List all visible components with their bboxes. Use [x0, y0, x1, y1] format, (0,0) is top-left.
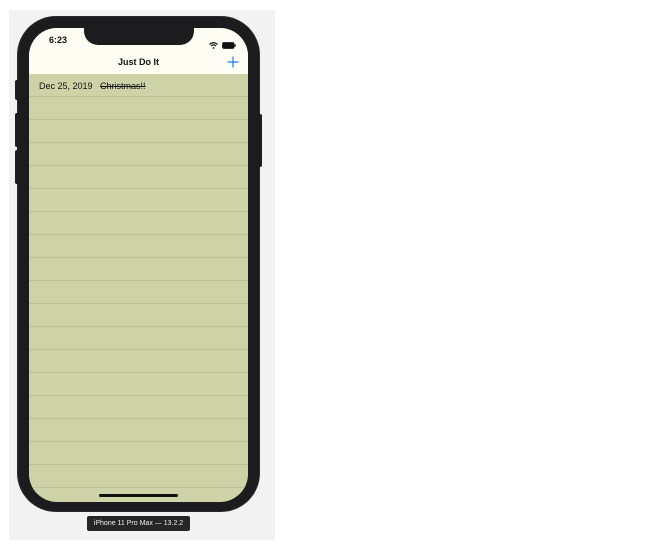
add-button[interactable]: [226, 55, 240, 69]
volume-down-button: [15, 150, 19, 184]
empty-row: [29, 120, 248, 143]
app-screen: 6:23 Just Do It Dec 25, 2019 Christmas!!: [29, 28, 248, 502]
empty-row: [29, 350, 248, 373]
empty-row: [29, 442, 248, 465]
todo-text: Christmas!!: [100, 81, 146, 91]
empty-row: [29, 258, 248, 281]
plus-icon: [227, 56, 239, 68]
mute-switch: [15, 80, 19, 100]
navigation-bar: Just Do It: [29, 52, 248, 74]
empty-row: [29, 166, 248, 189]
empty-row: [29, 373, 248, 396]
empty-row: [29, 281, 248, 304]
empty-row: [29, 97, 248, 120]
empty-row: [29, 396, 248, 419]
empty-row: [29, 189, 248, 212]
status-time: 6:23: [49, 35, 68, 45]
empty-row: [29, 327, 248, 350]
notch: [84, 28, 194, 45]
nav-title: Just Do It: [117, 57, 159, 67]
empty-row: [29, 304, 248, 327]
todo-date: Dec 25, 2019: [39, 81, 93, 91]
device-label: iPhone 11 Pro Max — 13.2.2: [87, 516, 190, 531]
empty-row: [29, 465, 248, 488]
todo-list: Dec 25, 2019 Christmas!!: [29, 74, 248, 488]
power-button: [258, 114, 262, 167]
todo-row[interactable]: Dec 25, 2019 Christmas!!: [29, 74, 248, 97]
empty-row: [29, 235, 248, 258]
empty-row: [29, 212, 248, 235]
empty-row: [29, 419, 248, 442]
empty-row: [29, 143, 248, 166]
home-indicator[interactable]: [99, 494, 178, 497]
volume-up-button: [15, 113, 19, 147]
